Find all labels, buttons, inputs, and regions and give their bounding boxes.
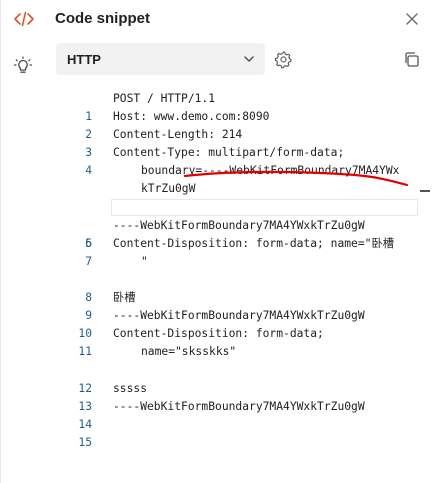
code-editor[interactable]: 1 POST / HTTP/1.1 2 Host: www.demo.com:8…: [56, 90, 432, 483]
code-text: POST / HTTP/1.1: [113, 92, 216, 105]
code-text-continuation: kTrZu0gW: [141, 182, 196, 196]
code-text: ----WebKitFormBoundary7MA4YWxkTrZu0gW: [113, 309, 365, 323]
code-text-continuation: ": [141, 254, 148, 268]
language-select[interactable]: HTTP: [56, 43, 265, 75]
code-text-continuation: boundary=----WebKitFormBoundary7MA4YWx: [141, 164, 400, 178]
code-line: 7 Content-Disposition: form-data; name="…: [56, 235, 432, 271]
code-text: ----WebKitFormBoundary7MA4YWxkTrZu0gW: [113, 218, 365, 232]
code-line: 14 ----WebKitFormBoundary7MA4YWxkTrZu0gW: [56, 398, 432, 431]
code-line: 4 Content-Type: multipart/form-data; boun…: [56, 144, 432, 198]
code-text: Host: www.demo.com:8090: [113, 110, 270, 124]
code-line-active: 5: [56, 198, 432, 250]
copy-icon[interactable]: [403, 51, 420, 68]
panel-title: Code snippet: [55, 10, 151, 27]
code-text: ----WebKitFormBoundary7MA4YWxkTrZu0gW: [113, 399, 365, 413]
close-icon: [406, 13, 418, 25]
code-line: 13 sssss: [56, 380, 432, 413]
language-select-value: HTTP: [67, 51, 101, 67]
code-text-wrapped: Content-Disposition: form-data; name="卧槽…: [113, 235, 432, 271]
code-text: Content-Length: 214: [113, 128, 243, 142]
code-snippet-panel: Code snippet HTTP 1 POST / HTTP/1.1 2 Ho…: [0, 0, 432, 483]
code-line: 3 Content-Length: 214: [56, 126, 432, 159]
code-line: 9 卧槽: [56, 289, 432, 322]
code-line: 10 ----WebKitFormBoundary7MA4YWxkTrZu0gW: [56, 307, 432, 340]
code-line: 8: [56, 271, 432, 304]
code-line: 15: [56, 416, 432, 449]
active-line-highlight: [111, 198, 418, 216]
line-number: 15: [78, 435, 92, 449]
code-line: 2 Host: www.demo.com:8090: [56, 108, 432, 141]
gear-icon[interactable]: [274, 50, 293, 69]
code-line: 12: [56, 361, 432, 395]
line-number: 7: [85, 254, 92, 268]
code-brackets-icon: [14, 11, 34, 27]
code-text: Content-Disposition: form-data;: [113, 327, 324, 341]
code-text-wrapped: Content-Type: multipart/form-data; bounda…: [113, 144, 432, 198]
code-text-continuation: name="sksskks": [141, 345, 237, 359]
line-number: 11: [78, 345, 92, 359]
code-text-wrapped: Content-Disposition: form-data; name="sks…: [113, 325, 432, 361]
code-text: sssss: [113, 381, 148, 395]
lightbulb-icon[interactable]: [13, 56, 33, 76]
editor-scrollbar[interactable]: [420, 190, 430, 206]
code-text: Content-Disposition: form-data; name="卧槽: [113, 236, 395, 250]
line-number: 4: [85, 164, 92, 178]
code-line: 1 POST / HTTP/1.1: [56, 90, 432, 123]
code-text: 卧槽: [113, 291, 136, 305]
close-button[interactable]: [402, 9, 422, 29]
code-line: 11 Content-Disposition: form-data; name="…: [56, 325, 432, 361]
code-text: Content-Type: multipart/form-data;: [113, 146, 345, 160]
panel-header: Code snippet: [1, 0, 432, 38]
chevron-down-icon: [244, 56, 254, 62]
code-line: 6 ----WebKitFormBoundary7MA4YWxkTrZu0gW: [56, 217, 432, 250]
